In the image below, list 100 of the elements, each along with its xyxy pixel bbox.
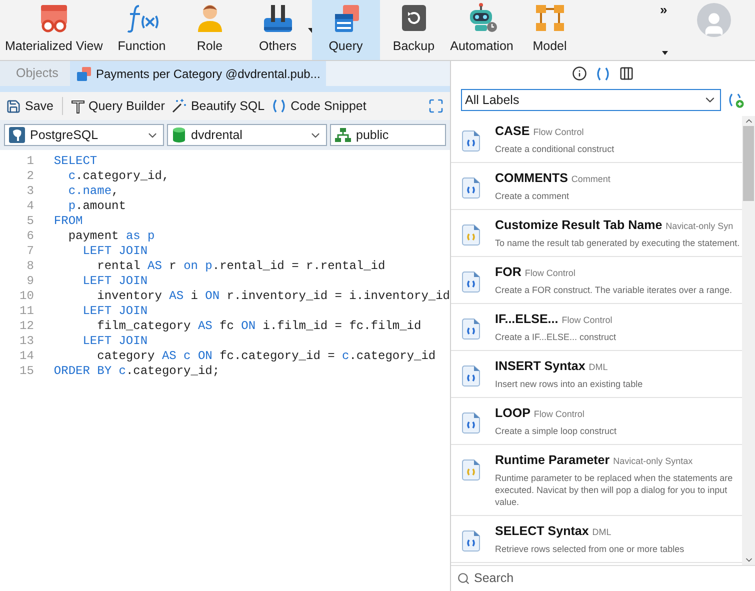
snippet-item[interactable]: SELECT Syntax DML Retrieve rows selected from one or more tables (451, 516, 742, 563)
snippet-title: CASE (495, 124, 530, 138)
selector-dropdown[interactable]: PostgreSQL (4, 124, 164, 146)
line-number: 9 (26, 274, 34, 289)
selector-dropdown[interactable]: dvdrental (167, 124, 327, 146)
snippet-title: SELECT Syntax (495, 524, 589, 538)
code-line: category AS c ON fc.category_id = c.category_id (96, 349, 437, 364)
snippet-description: To name the result tab generated by executing the statement. (495, 237, 740, 249)
tab[interactable]: Payments per Category @dvdrental.pub... (70, 61, 326, 86)
function-icon (124, 2, 159, 34)
toolbar-button[interactable]: Role (176, 0, 244, 60)
snippet-title: LOOP (495, 406, 530, 420)
line-number: 15 (20, 364, 34, 379)
caret-icon (662, 51, 668, 55)
database-icon (172, 127, 186, 143)
overflow-chevrons[interactable]: » (660, 0, 668, 20)
code-line: ORDER BY c.category_id; (54, 364, 221, 379)
code-line: film_category AS fc ON i.film_id = fc.film_id (96, 319, 422, 334)
line-number: 14 (20, 349, 34, 364)
snippet-tag: Flow Control (533, 127, 584, 137)
save-icon (6, 98, 21, 114)
code-line: rental AS r on p.rental_id = r.rental_id (96, 259, 386, 274)
code-line: p.amount (67, 199, 127, 214)
line-number: 13 (20, 334, 34, 349)
code-line: LEFT JOIN (82, 274, 149, 289)
query-icon (76, 66, 92, 82)
line-number: 3 (26, 184, 34, 199)
editor-toolbar-button[interactable]: Query Builder (70, 96, 165, 116)
line-number: 1 (26, 154, 34, 169)
fullscreen-icon[interactable] (428, 98, 444, 114)
snippet-tag: DML (588, 362, 608, 372)
toolbar-button[interactable]: Function (108, 0, 176, 60)
snippet-file-icon (461, 130, 481, 152)
info-icon[interactable] (572, 66, 587, 81)
parentheses-icon (270, 98, 287, 114)
snippet-item[interactable]: INSERT Syntax DML Insert new rows into an existing table (451, 351, 742, 398)
toolbar-button[interactable]: Automation (448, 0, 516, 60)
snippet-item[interactable]: CASE Flow Control Create a conditional construct (451, 116, 742, 163)
toolbar-button[interactable]: Model (516, 0, 584, 60)
code-line: c.name, (67, 184, 120, 199)
snippet-title: INSERT Syntax (495, 359, 586, 373)
snippet-tag: Flow Control (524, 268, 576, 278)
line-number: 12 (20, 319, 34, 334)
snippet-item[interactable]: LOOP Flow Control Create a simple loop construct (451, 398, 742, 445)
label-filter-dropdown[interactable]: All Labels (461, 89, 722, 111)
line-number: 2 (26, 169, 34, 184)
line-number: 7 (26, 244, 34, 259)
scrollbar[interactable] (742, 116, 755, 565)
snippet-item[interactable]: Runtime Parameter Navicat-only Syntax Runtime parameter to be replaced when the statements are executed. Navicat by then will pop a dialog for you to input value. (451, 445, 742, 516)
search-field[interactable]: Search (451, 565, 755, 591)
code-line: c.category_id, (67, 169, 170, 184)
snippet-tag: Navicat-only Syntax (613, 456, 693, 466)
parentheses-icon (595, 66, 611, 82)
snippet-tag: Comment (571, 174, 610, 184)
line-number: 8 (26, 259, 34, 274)
code-line: inventory AS i ON r.inventory_id = i.inventory_id (96, 289, 450, 304)
snippet-tag: Flow Control (562, 315, 612, 325)
add-snippet-icon[interactable] (727, 91, 745, 109)
snippet-title: Runtime Parameter (495, 453, 610, 467)
snippet-file-icon (461, 459, 481, 481)
snippet-item[interactable]: IF...ELSE... Flow Control Create a IF...ELSE... construct (451, 304, 742, 351)
snippet-title: Customize Result Tab Name (495, 218, 662, 232)
code-line: SELECT (54, 154, 98, 169)
snippet-title: FOR (495, 265, 522, 279)
columns-icon[interactable] (619, 66, 634, 81)
toolbar-button[interactable]: Backup (380, 0, 448, 60)
scroll-thumb[interactable] (743, 126, 754, 201)
snippet-file-icon (461, 412, 481, 434)
snippet-item[interactable]: COMMENTS Comment Create a comment (451, 163, 742, 210)
snippet-title: COMMENTS (495, 171, 568, 185)
snippet-tag: DML (592, 527, 612, 537)
editor-toolbar-button[interactable]: Code Snippet (270, 96, 366, 116)
snippet-file-icon (461, 365, 481, 387)
snippet-file-icon (461, 224, 481, 246)
editor-toolbar-button[interactable]: Beautify SQL (170, 96, 265, 116)
snippet-file-icon (461, 271, 481, 293)
line-number: 5 (26, 214, 34, 229)
snippet-tag: Flow Control (534, 409, 584, 419)
hierarchy-icon (335, 127, 351, 143)
snippet-description: Create a FOR construct. The variable iterates over a range. (495, 284, 732, 296)
code-line: FROM (54, 214, 84, 229)
line-number: 11 (20, 304, 34, 319)
tools-icon (262, 2, 294, 34)
snippet-title: IF...ELSE... (495, 312, 558, 326)
code-line: payment as p (67, 229, 156, 244)
toolbar-button[interactable]: Query (312, 0, 380, 60)
line-number: 4 (26, 199, 34, 214)
snippet-item[interactable]: Customize Result Tab Name Navicat-only Syn To name the result tab generated by executing the statement. (451, 210, 742, 257)
editor-toolbar-button[interactable]: Save (6, 96, 54, 116)
line-number: 6 (26, 229, 34, 244)
line-number: 10 (20, 289, 34, 304)
snippet-description: Create a simple loop construct (495, 425, 617, 437)
snippet-item[interactable]: FOR Flow Control Create a FOR construct. The variable iterates over a range. (451, 257, 742, 304)
search-icon (457, 572, 470, 585)
snippet-file-icon (461, 318, 481, 340)
code-line: LEFT JOIN (82, 304, 149, 319)
toolbar-button[interactable]: Materialized View (0, 0, 108, 60)
selector-dropdown[interactable]: public (330, 124, 446, 146)
snippet-description: Create a IF...ELSE... construct (495, 331, 616, 343)
snippet-description: Retrieve rows selected from one or more tables (495, 543, 684, 555)
